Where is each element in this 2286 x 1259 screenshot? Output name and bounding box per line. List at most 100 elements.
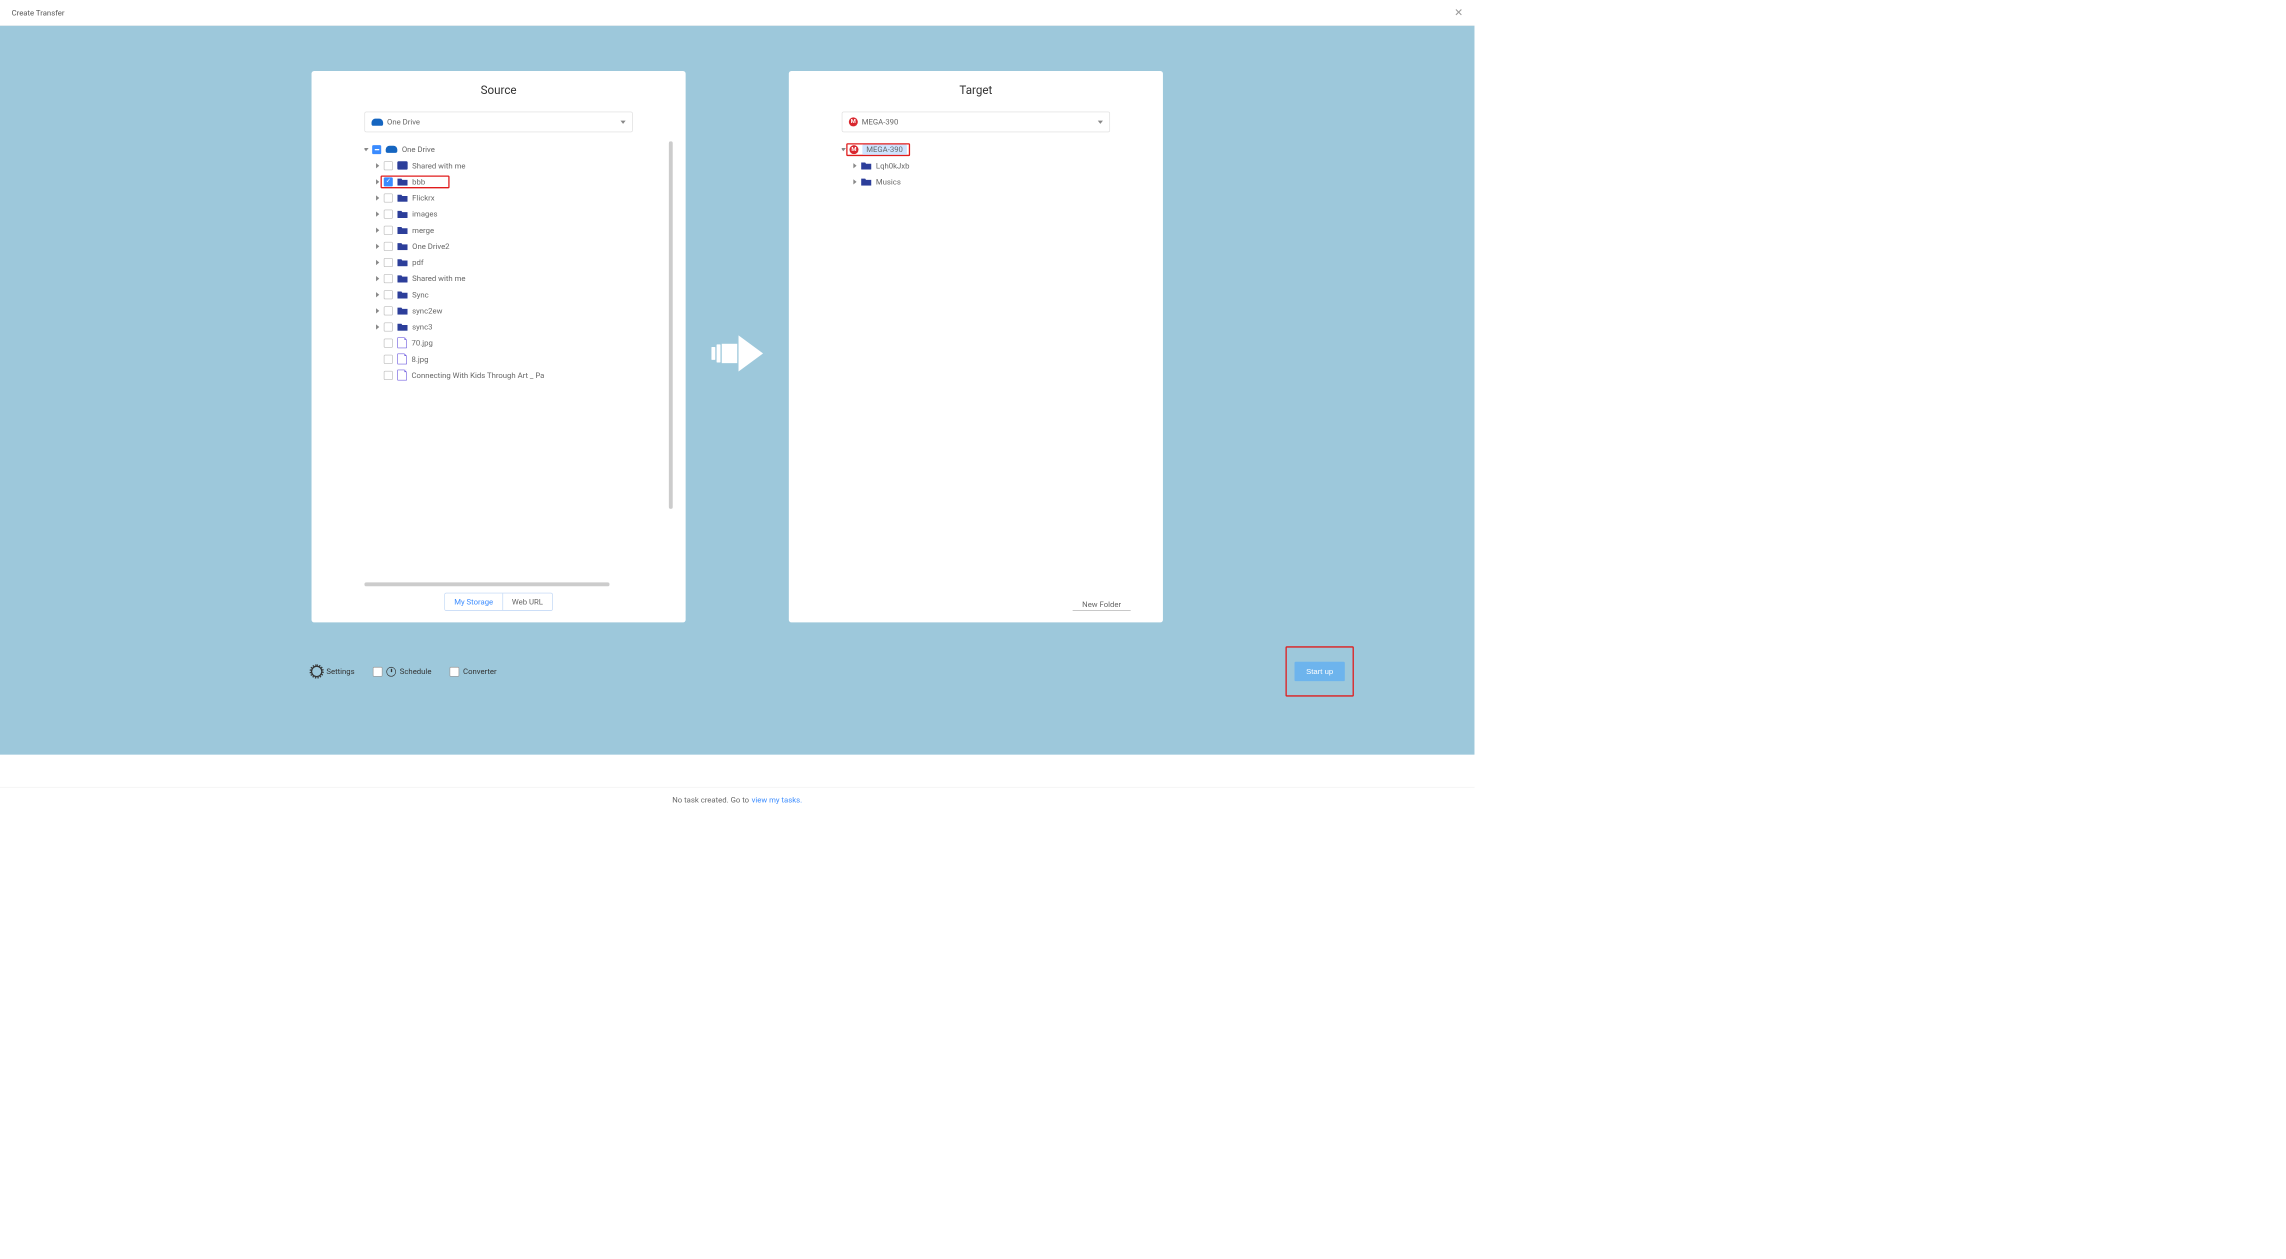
tree-root-label: One Drive: [402, 145, 435, 154]
expand-icon[interactable]: [376, 276, 379, 281]
scrollbar-horizontal[interactable]: [364, 582, 609, 586]
status-text: No task created. Go to: [672, 795, 749, 804]
checkbox[interactable]: [384, 274, 393, 283]
expand-icon[interactable]: [364, 148, 368, 151]
folder-icon: [397, 242, 407, 250]
checkbox[interactable]: [384, 177, 393, 186]
expand-icon[interactable]: [376, 211, 379, 216]
tree-root[interactable]: M MEGA-390: [842, 141, 1163, 157]
tree-item-label: sync3: [412, 322, 432, 331]
tree-item-label: Flickrx: [412, 193, 434, 202]
tree-item-label: Shared with me: [412, 161, 465, 170]
tree-item-label: Sync: [412, 290, 429, 299]
tree-file-label: 8.jpg: [412, 354, 429, 363]
tree-item[interactable]: One Drive2: [364, 238, 685, 254]
schedule-toggle[interactable]: Schedule: [373, 667, 432, 677]
tree-item[interactable]: Lqh0kJxb: [842, 157, 1163, 173]
close-icon[interactable]: ✕: [1454, 6, 1463, 18]
folder-icon: [397, 194, 407, 202]
schedule-label: Schedule: [400, 667, 432, 676]
checkbox[interactable]: [384, 225, 393, 234]
checkbox[interactable]: [384, 161, 393, 170]
target-tree[interactable]: M MEGA-390 Lqh0kJxb Musics: [842, 141, 1163, 598]
tree-root[interactable]: One Drive: [364, 141, 685, 157]
tree-file[interactable]: Connecting With Kids Through Art _ Pa: [364, 367, 685, 383]
expand-icon[interactable]: [376, 179, 379, 184]
converter-label: Converter: [463, 667, 497, 676]
expand-icon[interactable]: [376, 243, 379, 248]
checkbox[interactable]: [384, 258, 393, 267]
expand-icon[interactable]: [376, 292, 379, 297]
checkbox[interactable]: [372, 145, 381, 154]
checkbox[interactable]: [384, 354, 393, 363]
expand-icon[interactable]: [853, 163, 856, 168]
folder-icon: [397, 210, 407, 218]
expand-icon[interactable]: [376, 163, 379, 168]
checkbox[interactable]: [384, 322, 393, 331]
folder-icon: [397, 258, 407, 266]
tree-item[interactable]: pdf: [364, 254, 685, 270]
scrollbar-vertical[interactable]: [669, 141, 673, 509]
chevron-down-icon: [620, 120, 625, 123]
tree-item[interactable]: images: [364, 206, 685, 222]
checkbox[interactable]: [384, 306, 393, 315]
tree-item[interactable]: merge: [364, 222, 685, 238]
tree-item[interactable]: sync3: [364, 319, 685, 335]
tree-item[interactable]: Shared with me: [364, 157, 685, 173]
tree-file[interactable]: 8.jpg: [364, 351, 685, 367]
transfer-arrow-icon: [711, 335, 763, 371]
tree-file[interactable]: 70.jpg: [364, 335, 685, 351]
checkbox[interactable]: [384, 371, 393, 380]
tree-item[interactable]: Musics: [842, 174, 1163, 190]
tree-item[interactable]: Shared with me: [364, 270, 685, 286]
tree-item[interactable]: Sync: [364, 286, 685, 302]
source-tree[interactable]: One Drive Shared with me bbb Flickrx images…: [364, 141, 685, 578]
tab-web-url[interactable]: Web URL: [502, 593, 552, 610]
checkbox[interactable]: [384, 290, 393, 299]
target-cloud-select[interactable]: M MEGA-390: [842, 112, 1110, 133]
file-icon: [397, 370, 407, 381]
converter-toggle[interactable]: Converter: [449, 667, 496, 677]
checkbox[interactable]: [373, 667, 383, 677]
source-cloud-select[interactable]: One Drive: [364, 112, 632, 133]
start-button[interactable]: Start up: [1294, 662, 1344, 681]
source-panel: Source One Drive One Drive Shared with m…: [312, 71, 686, 622]
folder-icon: [861, 161, 871, 169]
expand-icon[interactable]: [376, 324, 379, 329]
tree-item[interactable]: Flickrx: [364, 190, 685, 206]
settings-button[interactable]: Settings: [311, 666, 355, 678]
folder-icon: [397, 306, 407, 314]
file-icon: [397, 353, 407, 364]
page-title: Create Transfer: [12, 8, 65, 17]
onedrive-icon: [372, 118, 384, 125]
checkbox[interactable]: [384, 338, 393, 347]
expand-icon[interactable]: [376, 260, 379, 265]
tree-item-label: One Drive2: [412, 242, 449, 251]
new-folder-button[interactable]: New Folder: [1073, 599, 1131, 611]
clock-icon: [386, 667, 396, 677]
settings-label: Settings: [326, 667, 354, 676]
gear-icon: [311, 666, 323, 678]
mega-icon: M: [849, 117, 858, 126]
folder-icon: [397, 226, 407, 234]
status-bar: No task created. Go to view my tasks.: [0, 787, 1474, 812]
tree-item-label: Musics: [876, 177, 901, 186]
tab-my-storage[interactable]: My Storage: [445, 593, 502, 610]
tree-item-label: sync2ew: [412, 306, 442, 315]
tree-item-label: bbb: [412, 177, 425, 186]
source-tabs: My Storage Web URL: [445, 593, 553, 611]
tree-item[interactable]: sync2ew: [364, 303, 685, 319]
expand-icon[interactable]: [853, 179, 856, 184]
tree-item-label: Shared with me: [412, 274, 465, 283]
checkbox[interactable]: [384, 209, 393, 218]
checkbox[interactable]: [384, 193, 393, 202]
checkbox[interactable]: [449, 667, 459, 677]
tree-item[interactable]: bbb: [364, 174, 685, 190]
start-highlight: Start up: [1285, 646, 1353, 696]
expand-icon[interactable]: [376, 195, 379, 200]
expand-icon[interactable]: [842, 148, 846, 151]
expand-icon[interactable]: [376, 308, 379, 313]
expand-icon[interactable]: [376, 227, 379, 232]
checkbox[interactable]: [384, 242, 393, 251]
view-tasks-link[interactable]: view my tasks.: [752, 795, 803, 804]
